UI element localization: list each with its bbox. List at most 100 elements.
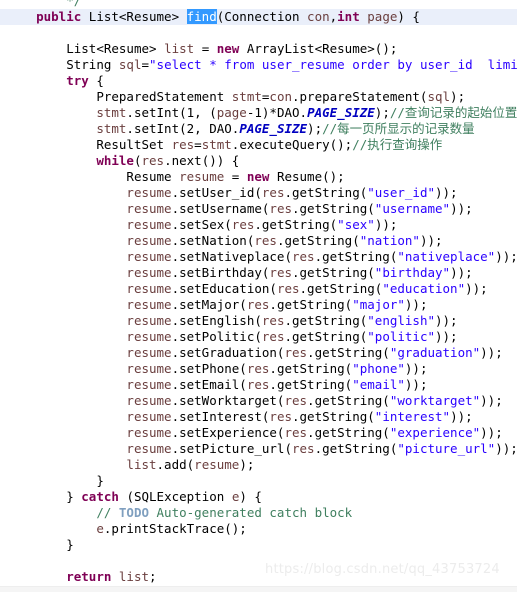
code-token-str: "nativeplace" (397, 249, 496, 264)
code-token-var: resume (126, 313, 172, 328)
code-line[interactable]: resume.setInterest(res.getString("intere… (0, 409, 517, 425)
code-token-plain: )); (480, 425, 503, 440)
code-token-plain: )); (435, 313, 458, 328)
code-token-str: "picture_url" (397, 441, 496, 456)
code-token-var: res (141, 153, 165, 168)
code-token-plain: .setMajor( (171, 297, 247, 312)
code-line[interactable]: while(res.next()) { (0, 153, 517, 169)
code-line[interactable]: e.printStackTrace(); (0, 521, 517, 537)
code-token-plain: = (194, 41, 217, 56)
code-token-str: "user_id" (367, 185, 435, 200)
code-line[interactable]: Resume resume = new Resume(); (0, 169, 517, 185)
code-line[interactable]: } (0, 537, 517, 553)
code-token-plain: .getString( (307, 345, 390, 360)
code-line[interactable]: public List<Resume> find(Connection con,… (0, 9, 517, 25)
code-token-kw: while (96, 153, 134, 168)
code-token-var: resume (126, 249, 172, 264)
code-line[interactable]: try { (0, 73, 517, 89)
code-token-plain: )); (450, 265, 473, 280)
code-line[interactable]: resume.setEducation(res.getString("educa… (0, 281, 517, 297)
code-token-plain: .getString( (299, 281, 383, 296)
code-token-var: resume (126, 217, 172, 232)
code-line[interactable]: PreparedStatement stmt=con.prepareStatem… (0, 89, 517, 105)
code-line[interactable]: resume.setUsername(res.getString("userna… (0, 201, 517, 217)
code-token-plain: )); (435, 329, 458, 344)
code-token-plain: ); (307, 121, 323, 136)
code-token-var: resume (126, 409, 172, 424)
code-token-plain: ArrayList<Resume>(); (239, 41, 398, 56)
code-token-sel[interactable]: find (186, 9, 217, 24)
code-token-cmt: //每一页所显示的记录数量 (322, 121, 475, 136)
code-token-var: resume (194, 457, 240, 472)
code-line[interactable]: resume.setNativeplace(res.getString("nat… (0, 249, 517, 265)
code-token-plain: List<Resume> (66, 41, 165, 56)
code-token-plain: .setEducation( (171, 281, 277, 296)
code-line[interactable]: resume.setEnglish(res.getString("english… (0, 313, 517, 329)
code-token-var: res (261, 313, 285, 328)
code-token-plain: .getString( (254, 217, 338, 232)
code-token-plain: ); (239, 457, 255, 472)
code-token-var: res (284, 425, 308, 440)
code-line[interactable]: list.add(resume); (0, 457, 517, 473)
code-line[interactable]: List<Resume> list = new ArrayList<Resume… (0, 41, 517, 57)
code-token-var: sql (427, 89, 451, 104)
code-line[interactable]: resume.setEmail(res.getString("email")); (0, 377, 517, 393)
code-line[interactable]: resume.setExperience(res.getString("expe… (0, 425, 517, 441)
code-line[interactable]: */ (0, 0, 517, 9)
code-token-plain: .setPhone( (171, 361, 247, 376)
code-token-var: stmt (96, 105, 127, 120)
code-line[interactable]: stmt.setInt(1, (page-1)*DAO.PAGE_SIZE);/… (0, 105, 517, 121)
code-token-plain: )); (465, 281, 488, 296)
code-line[interactable]: resume.setNation(res.getString("nation")… (0, 233, 517, 249)
code-token-var: res (292, 441, 315, 456)
code-lines-container[interactable]: */ public List<Resume> find(Connection c… (0, 0, 517, 592)
code-line[interactable]: String sql="select * from user_resume or… (0, 57, 517, 73)
code-token-var: res (246, 377, 270, 392)
code-token-plain: )); (404, 297, 428, 312)
code-line[interactable]: resume.setPolitic(res.getString("politic… (0, 329, 517, 345)
code-token-var: sql (118, 57, 142, 72)
code-line[interactable]: resume.setPhone(res.getString("phone")); (0, 361, 517, 377)
code-line[interactable]: resume.setPicture_url(res.getString("pic… (0, 441, 517, 457)
code-line[interactable]: resume.setSex(res.getString("sex")); (0, 217, 517, 233)
code-line[interactable]: } (0, 473, 517, 489)
code-line[interactable]: ResultSet res=stmt.executeQuery();//执行查询… (0, 137, 517, 153)
code-token-plain: )); (480, 345, 503, 360)
code-token-cmt: */ (66, 0, 82, 8)
code-line[interactable]: resume.setWorktarget(res.getString("work… (0, 393, 517, 409)
code-token-plain: (SQLException (118, 489, 232, 504)
code-token-plain: .getString( (292, 409, 375, 424)
code-line[interactable]: resume.setUser_id(res.getString("user_id… (0, 185, 517, 201)
code-line[interactable]: resume.setGraduation(res.getString("grad… (0, 345, 517, 361)
code-line[interactable]: // TODO Auto-generated catch block (0, 505, 517, 521)
code-token-var: page (367, 9, 398, 24)
code-token-var: res (246, 297, 270, 312)
code-token-plain: )); (374, 217, 398, 232)
code-token-plain: )); (450, 409, 473, 424)
code-line[interactable]: stmt.setInt(2, DAO.PAGE_SIZE);//每一页所显示的记… (0, 121, 517, 137)
code-token-var: resume (126, 393, 172, 408)
code-token-var: resume (126, 233, 172, 248)
code-token-plain: .add( (156, 457, 195, 472)
code-token-plain: ResultSet (96, 137, 172, 152)
code-token-plain: )); (495, 249, 517, 264)
code-token-plain: ) { (239, 489, 262, 504)
code-token-plain: ); (374, 105, 390, 120)
code-line[interactable]: } catch (SQLException e) { (0, 489, 517, 505)
code-line[interactable]: resume.setBirthday(res.getString("birthd… (0, 265, 517, 281)
code-token-var: stmt (96, 121, 127, 136)
code-token-plain: PreparedStatement (96, 89, 232, 104)
code-line[interactable]: resume.setMajor(res.getString("major")); (0, 297, 517, 313)
code-line[interactable] (0, 25, 517, 41)
code-editor-viewport[interactable]: */ public List<Resume> find(Connection c… (0, 0, 517, 592)
